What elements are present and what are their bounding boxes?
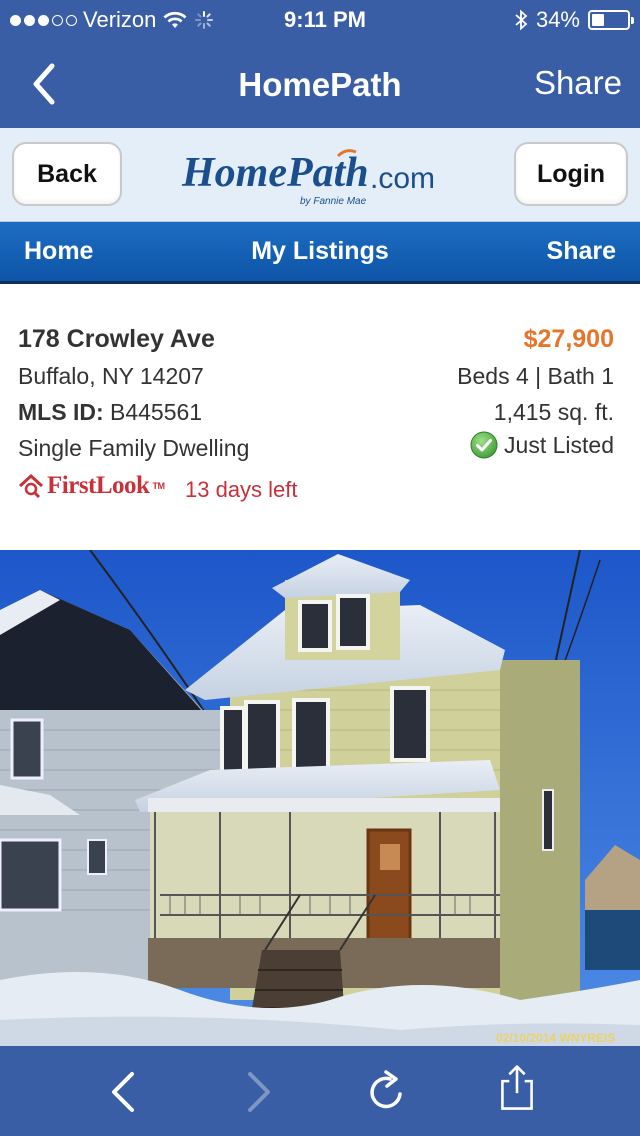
mls-value: B445561 <box>110 399 203 425</box>
svg-text:HomePath: HomePath <box>181 150 369 196</box>
svg-text:.com: .com <box>370 162 435 195</box>
browser-forward-icon[interactable] <box>232 1068 282 1116</box>
navigation-bar: HomePath Share <box>0 40 640 128</box>
photo-watermark: 02/10/2014 WNYREIS <box>496 1031 615 1045</box>
listing-status: Just Listed <box>470 431 614 459</box>
property-photo[interactable]: 02/10/2014 WNYREIS <box>0 550 640 1046</box>
beds-baths: Beds 4 | Bath 1 <box>457 363 614 389</box>
listing-price: $27,900 <box>523 325 614 353</box>
firstlook-house-icon <box>18 474 44 498</box>
status-label: Just Listed <box>504 431 614 458</box>
browser-back-icon[interactable] <box>100 1068 150 1116</box>
mls-label: MLS ID: <box>18 399 104 425</box>
login-button[interactable]: Login <box>514 142 628 206</box>
battery-percent: 34% <box>535 7 580 32</box>
house-photo-illustration: 02/10/2014 WNYREIS <box>0 550 640 1046</box>
homepath-logo[interactable]: HomePath .com by Fannie Mae <box>180 142 470 208</box>
status-right: 34% <box>470 7 634 33</box>
nav-share-button[interactable]: Share <box>534 64 622 102</box>
site-menu-bar: Home My Listings Share <box>0 222 640 284</box>
firstlook-logo: FirstLook TM <box>18 469 165 503</box>
listing-city: Buffalo, NY 14207 <box>18 363 204 389</box>
menu-share[interactable]: Share <box>547 237 616 266</box>
bluetooth-icon <box>515 9 528 31</box>
signal-strength-icon <box>10 14 77 26</box>
reload-icon[interactable] <box>362 1068 412 1116</box>
firstlook-wordmark: FirstLook <box>47 472 150 499</box>
property-type: Single Family Dwelling <box>18 435 250 461</box>
site-back-button[interactable]: Back <box>12 142 122 206</box>
square-footage: 1,415 sq. ft. <box>493 399 614 425</box>
listing-address: 178 Crowley Ave <box>18 325 215 353</box>
browser-toolbar <box>0 1046 640 1136</box>
carrier-label: Verizon <box>83 7 157 32</box>
firstlook-tm: TM <box>152 481 165 491</box>
listing-mls: MLS ID: B445561 <box>18 399 202 426</box>
menu-my-listings[interactable]: My Listings <box>0 237 640 266</box>
checkmark-icon <box>470 431 498 459</box>
status-bar: Verizon 9:11 PM 34% <box>0 0 640 40</box>
listing-details: 178 Crowley Ave Buffalo, NY 14207 MLS ID… <box>0 287 640 550</box>
status-time: 9:11 PM <box>284 7 366 32</box>
days-left: 13 days left <box>185 477 298 502</box>
share-icon[interactable] <box>492 1064 542 1112</box>
svg-text:by Fannie Mae: by Fannie Mae <box>300 196 367 207</box>
site-header: Back HomePath .com by Fannie Mae Login <box>0 128 640 222</box>
battery-icon <box>588 10 634 30</box>
